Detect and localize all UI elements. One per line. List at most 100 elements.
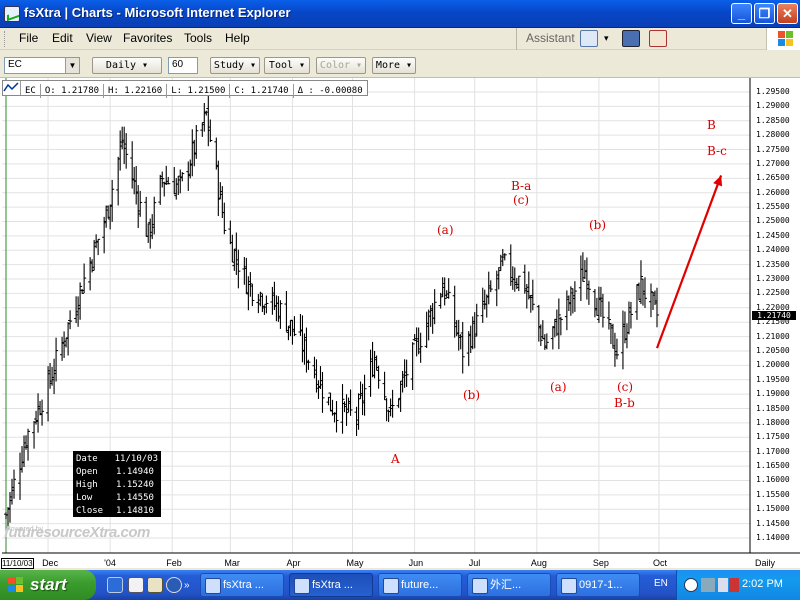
y-tick-label: 1.19500: [756, 374, 790, 384]
info-key: High: [76, 480, 98, 490]
volume-tray-icon[interactable]: [718, 578, 728, 592]
info-key: Close: [76, 506, 104, 516]
x-tick-label: '04: [104, 558, 116, 568]
quote-low: L: 1.21500: [167, 84, 231, 98]
media-player-quicklaunch-icon[interactable]: [166, 577, 182, 593]
info-row: High 1.15240: [76, 479, 158, 492]
info-value: 1.14940: [116, 467, 154, 477]
security-tray-icon[interactable]: [729, 578, 739, 592]
task-0917[interactable]: 0917-1...: [556, 573, 640, 597]
windows-flag-icon: [8, 577, 25, 593]
wave-label-b-1: (b): [463, 388, 481, 402]
help-tray-icon[interactable]: [684, 578, 698, 592]
y-tick-label: 1.27000: [756, 158, 790, 168]
language-indicator[interactable]: EN: [654, 578, 668, 589]
wave-label-a-2: (a): [550, 380, 567, 394]
y-tick-label: 1.28500: [756, 115, 790, 125]
wave-label-B: B: [707, 118, 716, 132]
info-row: Open 1.14940: [76, 466, 158, 479]
x-tick-label: May: [346, 558, 364, 568]
x-tick-label: Aug: [530, 558, 547, 568]
watermark-logo: futuresourceXtra.com: [4, 524, 150, 541]
y-tick-label: 1.20500: [756, 345, 790, 355]
x-tick-label: Feb: [166, 558, 182, 568]
info-key: Open: [76, 467, 98, 477]
y-tick-label: 1.22000: [756, 302, 790, 312]
info-value: 1.14810: [116, 506, 154, 516]
quote-symbol: EC: [21, 84, 41, 98]
wave-label-a-1: (a): [437, 223, 454, 237]
x-tick-label: Sep: [592, 558, 609, 568]
clock[interactable]: 2:02 PM: [742, 578, 783, 590]
wave-label-B-c: B-c: [707, 144, 727, 158]
task-label: future...: [401, 579, 439, 591]
info-value: 1.14550: [116, 493, 154, 503]
y-tick-label: 1.28000: [756, 130, 790, 140]
info-row: Low 1.14550: [76, 492, 158, 505]
y-tick-label: 1.24500: [756, 230, 790, 240]
quote-high: H: 1.22160: [104, 84, 168, 98]
info-key: Date: [76, 454, 98, 464]
x-tick-label: Mar: [224, 558, 240, 568]
x-tick-label: Dec: [42, 558, 59, 568]
network-tray-icon[interactable]: [701, 578, 715, 592]
task-label: fsXtra ...: [223, 579, 264, 591]
quicklaunch-more-icon[interactable]: »: [184, 580, 190, 591]
y-tick-label: 1.21500: [756, 317, 790, 327]
info-key: Low: [76, 493, 93, 503]
task-future[interactable]: future...: [378, 573, 462, 597]
quote-bar: EC O: 1.21780 H: 1.22160 L: 1.21500 C: 1.217…: [2, 80, 368, 98]
chart-type-icon[interactable]: [3, 81, 21, 95]
y-tick-label: 1.14500: [756, 518, 790, 528]
wave-label-c-1: (c): [513, 193, 530, 207]
wave-label-c-2: (c): [617, 380, 634, 394]
wave-label-B-b: B-b: [614, 396, 635, 410]
y-tick-label: 1.25000: [756, 216, 790, 226]
task-label: 外汇...: [490, 579, 522, 591]
wave-label-A: A: [391, 452, 400, 466]
task-fsxtra-2[interactable]: fsXtra ...: [289, 573, 373, 597]
y-tick-label: 1.17000: [756, 446, 790, 456]
y-tick-label: 1.23000: [756, 274, 790, 284]
y-tick-label: 1.18500: [756, 403, 790, 413]
y-tick-label: 1.16500: [756, 461, 790, 471]
quote-change: Δ : -0.00080: [297, 86, 363, 96]
info-row: Close 1.14810: [76, 505, 158, 518]
info-row: Date 11/10/03: [76, 453, 158, 466]
y-tick-label: 1.17500: [756, 432, 790, 442]
y-tick-label: 1.29500: [756, 87, 790, 96]
task-label: fsXtra ...: [312, 579, 353, 591]
task-foreign-exchange[interactable]: 外汇...: [467, 573, 551, 597]
ie-quicklaunch-icon[interactable]: [107, 577, 123, 593]
y-tick-label: 1.29000: [756, 101, 790, 111]
wave-label-B-a: B-a: [511, 179, 532, 193]
x-axis-interval-label: Daily: [755, 558, 776, 568]
bar-info-box: Date 11/10/03 Open 1.14940 High 1.15240 Low 1.1…: [73, 451, 161, 517]
x-tick-label: 11/10/03: [1, 558, 34, 569]
x-tick-label: Jul: [468, 558, 481, 568]
x-tick-label: Apr: [286, 558, 301, 568]
y-tick-label: 1.26000: [756, 187, 790, 197]
y-tick-label: 1.27500: [756, 144, 790, 154]
y-tick-label: 1.20000: [756, 360, 790, 370]
info-value: 11/10/03: [114, 454, 158, 464]
y-tick-label: 1.23500: [756, 259, 790, 269]
task-label: 0917-1...: [579, 579, 623, 591]
y-tick-label: 1.21000: [756, 331, 790, 341]
y-tick-label: 1.18000: [756, 417, 790, 427]
info-value: 1.15240: [116, 480, 154, 490]
y-tick-label: 1.26500: [756, 173, 790, 183]
y-tick-label: 1.19000: [756, 389, 790, 399]
y-tick-label: 1.15500: [756, 489, 790, 499]
y-tick-label: 1.15000: [756, 504, 790, 514]
y-tick-label: 1.24000: [756, 245, 790, 255]
y-tick-label: 1.25500: [756, 202, 790, 212]
outlook-quicklaunch-icon[interactable]: [128, 577, 144, 593]
task-fsxtra-1[interactable]: fsXtra ...: [200, 573, 284, 597]
x-tick-label: Oct: [653, 558, 668, 568]
desktop-quicklaunch-icon[interactable]: [147, 577, 163, 593]
wave-label-b-2: (b): [589, 218, 607, 232]
y-tick-label: 1.14000: [756, 533, 790, 542]
quote-close: C: 1.21740: [230, 84, 294, 98]
y-tick-label: 1.22500: [756, 288, 790, 298]
